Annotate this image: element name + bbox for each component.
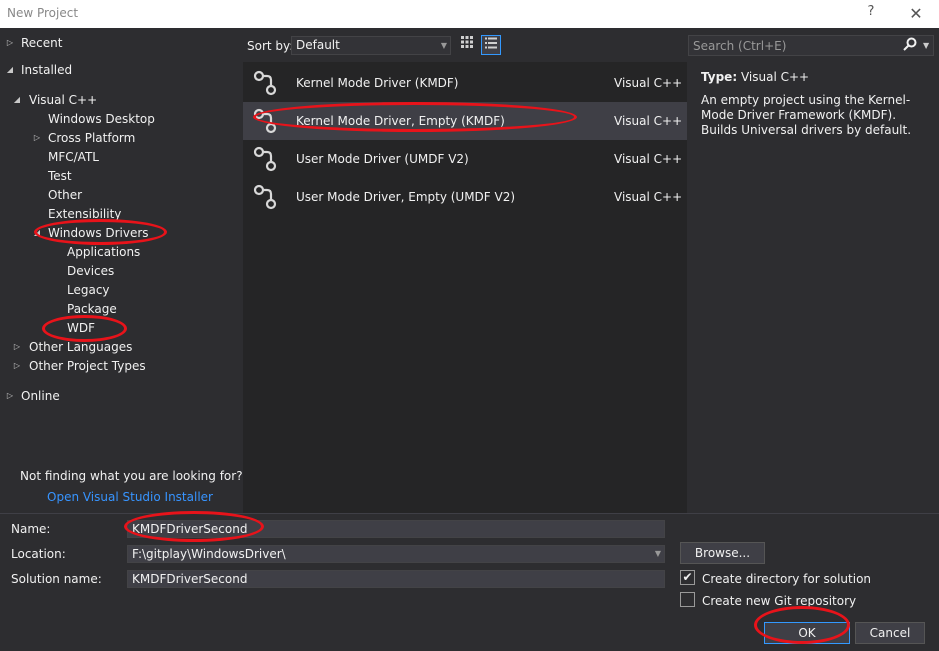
window-title: New Project [7, 6, 79, 20]
template-tree: ▷ Recent ◢ Installed ◢ Visual C++ Window… [0, 28, 243, 513]
close-button[interactable]: ✕ [902, 2, 930, 26]
type-value: Visual C++ [740, 70, 810, 84]
collapse-arrow-icon[interactable]: ◢ [5, 61, 15, 79]
tree-item-devices[interactable]: Devices [67, 262, 114, 280]
expand-arrow-icon[interactable]: ▷ [12, 357, 22, 375]
driver-template-icon [253, 108, 277, 134]
name-label: Name: [11, 522, 51, 536]
solution-name-field[interactable]: KMDFDriverSecond [127, 570, 665, 588]
sort-bar: Sort by: Default ▼ [243, 28, 687, 62]
expand-arrow-icon[interactable]: ▷ [5, 34, 15, 52]
tree-item-other[interactable]: Other [48, 186, 82, 204]
chevron-down-icon[interactable]: ▼ [655, 546, 661, 562]
cancel-button[interactable]: Cancel [855, 622, 925, 644]
template-name: User Mode Driver, Empty (UMDF V2) [296, 190, 516, 204]
expand-arrow-icon[interactable]: ▷ [32, 129, 42, 147]
help-button[interactable]: ? [862, 4, 880, 24]
tree-item-extensibility[interactable]: Extensibility [48, 205, 121, 223]
collapse-arrow-icon[interactable]: ◢ [32, 224, 42, 242]
list-view-icon[interactable] [481, 35, 501, 55]
template-language: Visual C++ [614, 114, 683, 128]
title-bar: New Project ? ✕ [0, 0, 939, 28]
driver-template-icon [253, 184, 277, 210]
type-label: Type: [701, 70, 738, 84]
template-language: Visual C++ [614, 152, 683, 166]
template-row[interactable]: User Mode Driver, Empty (UMDF V2) Visual… [243, 178, 687, 216]
project-form: Name: KMDFDriverSecond Location: F:\gitp… [0, 513, 939, 651]
tree-item-installed[interactable]: Installed [21, 61, 72, 79]
tree-item-cross-platform[interactable]: Cross Platform [48, 129, 135, 147]
create-directory-checkbox[interactable]: ✔ [680, 570, 695, 585]
ok-button[interactable]: OK [764, 622, 850, 644]
search-box: ▼ [688, 35, 934, 56]
driver-template-icon [253, 70, 277, 96]
tree-item-wdf[interactable]: WDF [67, 319, 95, 337]
create-git-checkbox[interactable] [680, 592, 695, 607]
tree-item-mfc-atl[interactable]: MFC/ATL [48, 148, 99, 166]
open-installer-link[interactable]: Open Visual Studio Installer [47, 490, 213, 504]
template-language: Visual C++ [614, 76, 683, 90]
template-language: Visual C++ [614, 190, 683, 204]
expand-arrow-icon[interactable]: ▷ [5, 387, 15, 405]
create-directory-label: Create directory for solution [702, 572, 872, 586]
location-value: F:\gitplay\WindowsDriver\ [132, 547, 286, 561]
template-name: User Mode Driver (UMDF V2) [296, 152, 469, 166]
create-git-label: Create new Git repository [702, 594, 857, 608]
tree-item-other-languages[interactable]: Other Languages [29, 338, 132, 356]
tree-item-test[interactable]: Test [48, 167, 72, 185]
sort-label: Sort by: [247, 39, 294, 53]
template-type: Type: Visual C++ [701, 70, 809, 84]
expand-arrow-icon[interactable]: ▷ [12, 338, 22, 356]
sort-select[interactable]: Default ▼ [291, 36, 451, 55]
tree-item-package[interactable]: Package [67, 300, 117, 318]
collapse-arrow-icon[interactable]: ◢ [12, 91, 22, 109]
solution-name-label: Solution name: [11, 572, 102, 586]
chevron-down-icon[interactable]: ▼ [923, 38, 933, 54]
sort-value: Default [296, 38, 340, 52]
search-input[interactable] [689, 36, 899, 55]
template-name: Kernel Mode Driver (KMDF) [296, 76, 459, 90]
location-label: Location: [11, 547, 66, 561]
chevron-down-icon: ▼ [440, 41, 447, 50]
template-description: An empty project using the Kernel-Mode D… [701, 93, 912, 137]
tree-item-other-project-types[interactable]: Other Project Types [29, 357, 146, 375]
name-field[interactable]: KMDFDriverSecond [127, 520, 665, 538]
tree-item-applications[interactable]: Applications [67, 243, 140, 261]
template-row-selected[interactable]: Kernel Mode Driver, Empty (KMDF) Visual … [243, 102, 687, 140]
template-row[interactable]: Kernel Mode Driver (KMDF) Visual C++ [243, 64, 687, 102]
tree-item-windows-drivers[interactable]: Windows Drivers [48, 224, 149, 242]
tree-item-windows-desktop[interactable]: Windows Desktop [48, 110, 155, 128]
search-icon[interactable] [903, 37, 919, 54]
template-list: Kernel Mode Driver (KMDF) Visual C++ Ker… [243, 62, 687, 513]
template-details: Type: Visual C++ An empty project using … [688, 62, 939, 513]
not-finding-text: Not finding what you are looking for? [20, 469, 243, 483]
tree-item-online[interactable]: Online [21, 387, 60, 405]
driver-template-icon [253, 146, 277, 172]
tree-item-recent[interactable]: Recent [21, 34, 62, 52]
tree-item-legacy[interactable]: Legacy [67, 281, 110, 299]
template-row[interactable]: User Mode Driver (UMDF V2) Visual C++ [243, 140, 687, 178]
location-combobox[interactable]: F:\gitplay\WindowsDriver\ ▼ [127, 545, 665, 563]
browse-button[interactable]: Browse... [680, 542, 765, 564]
grid-view-icon[interactable] [457, 35, 477, 55]
template-name: Kernel Mode Driver, Empty (KMDF) [296, 114, 505, 128]
tree-item-visual-cpp[interactable]: Visual C++ [29, 91, 97, 109]
